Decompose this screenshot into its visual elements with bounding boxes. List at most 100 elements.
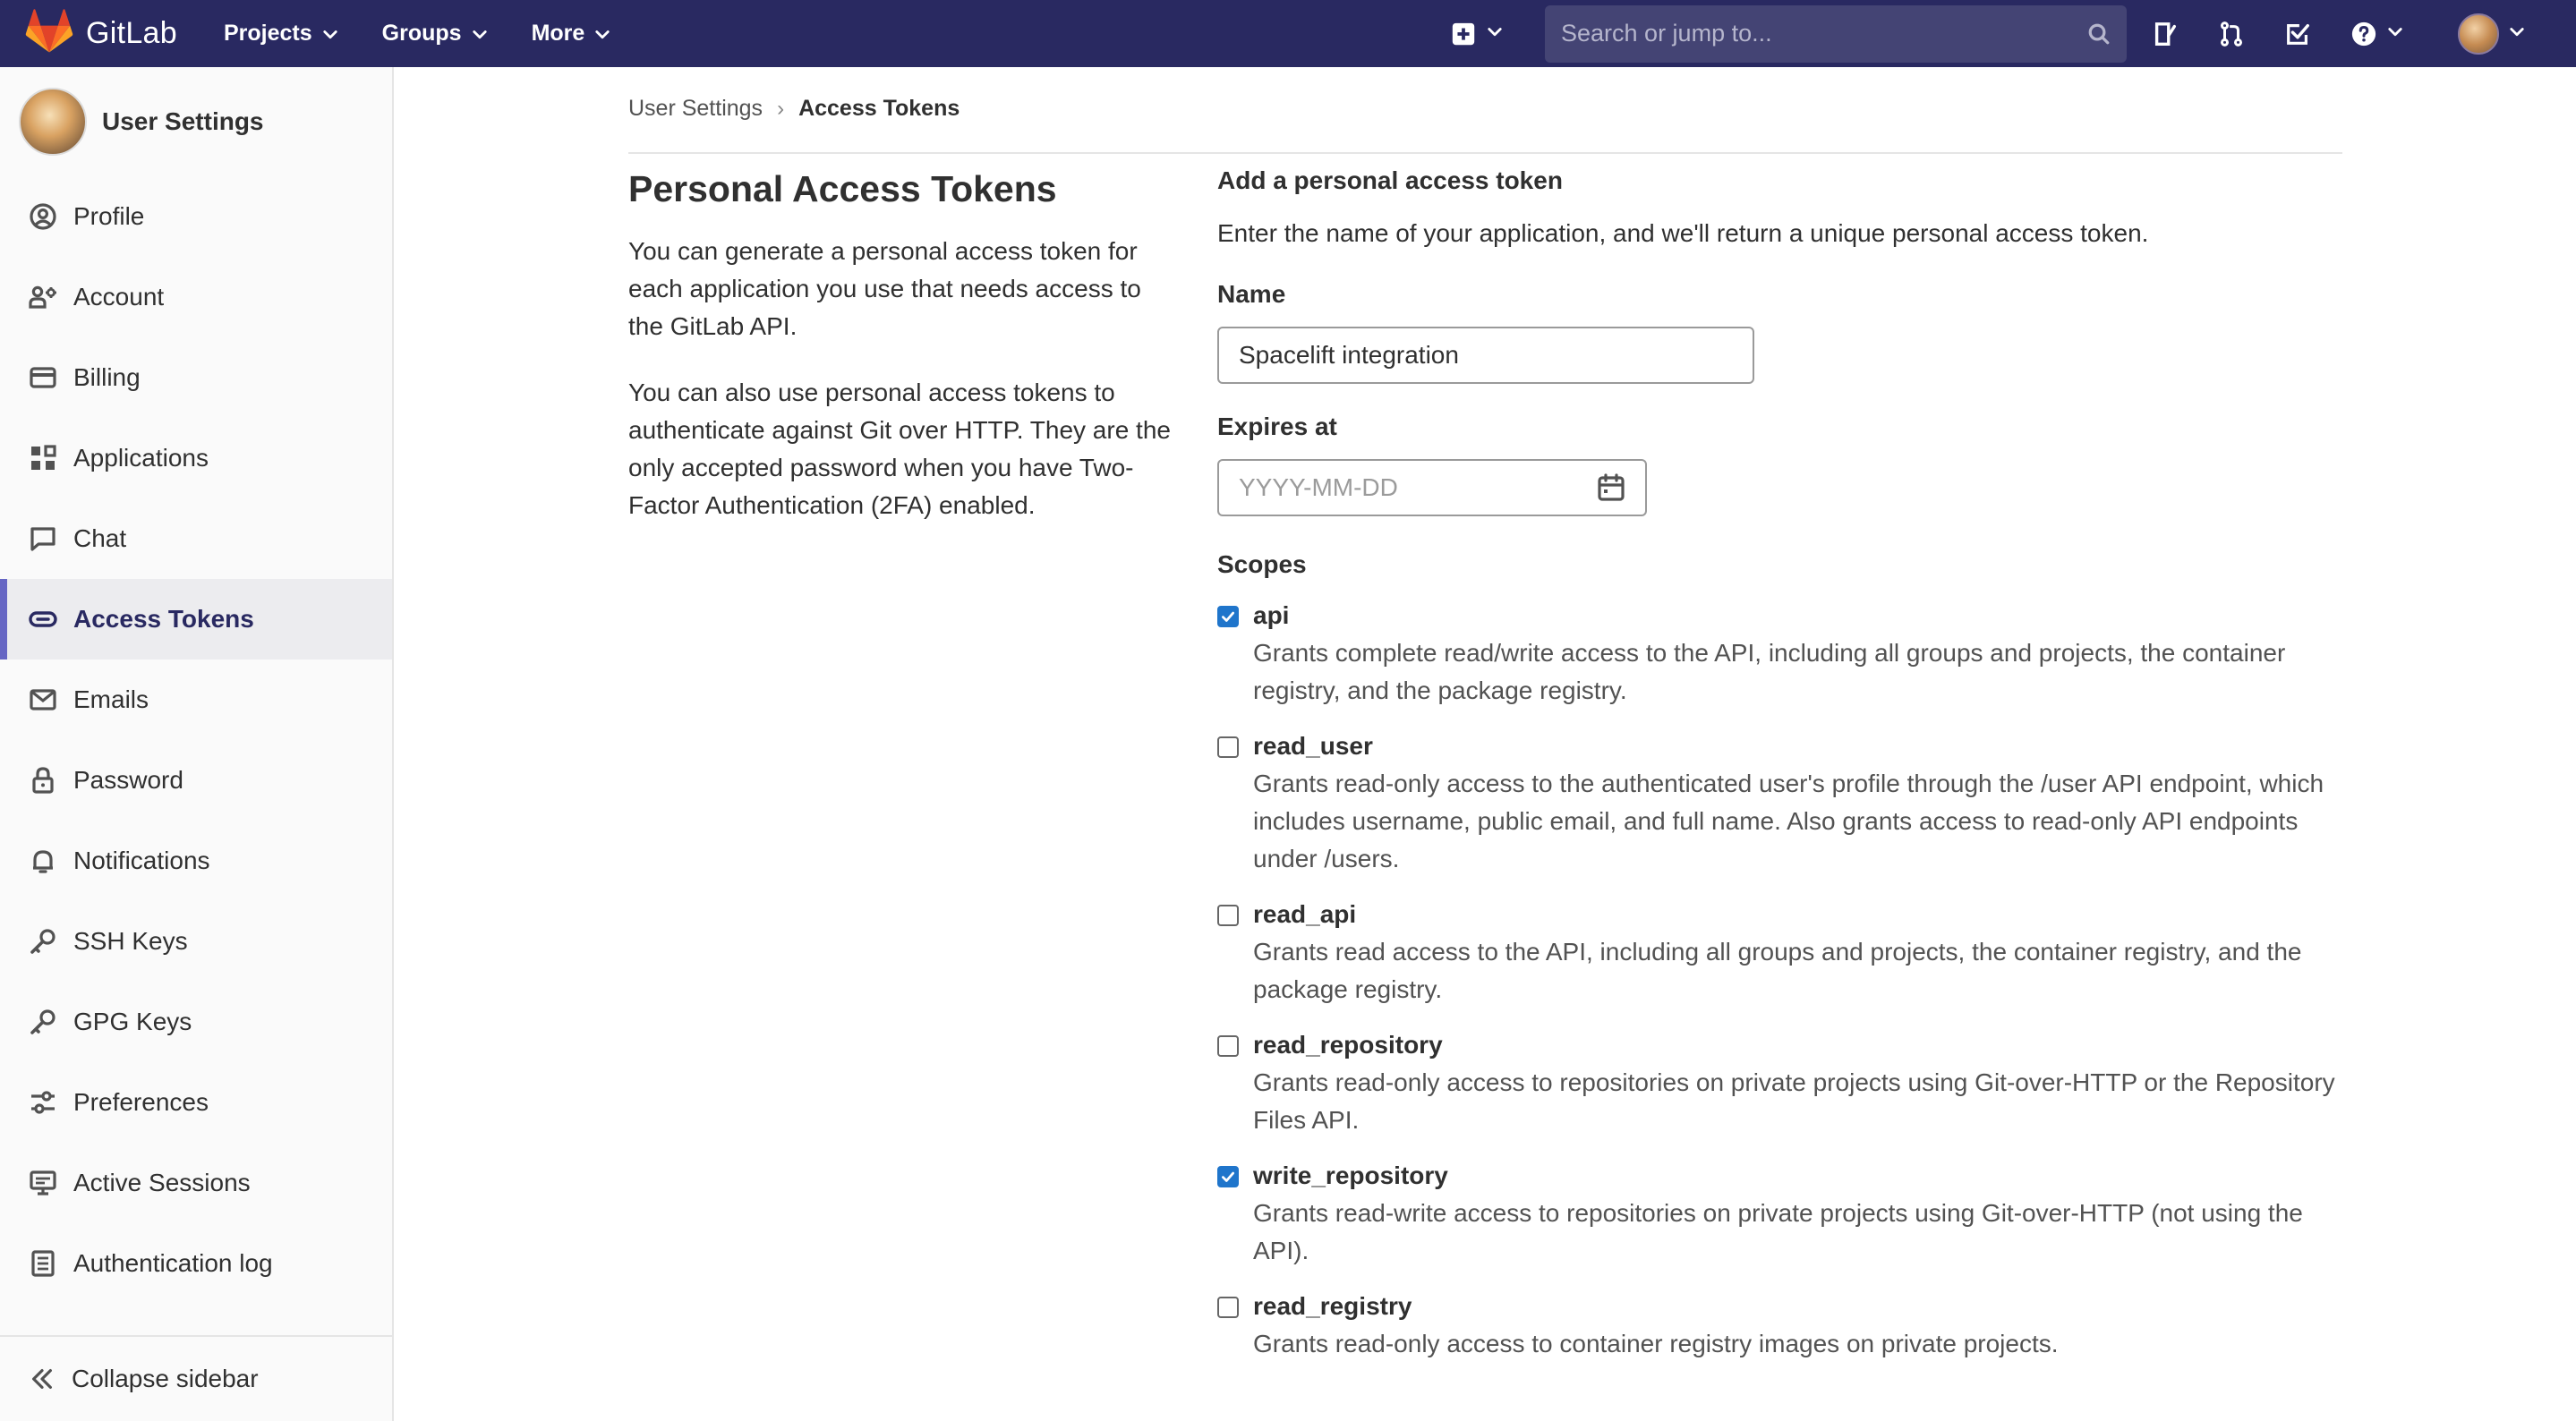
scope-description: Grants complete read/write access to the… — [1253, 638, 2286, 704]
scope-api: api Grants complete read/write access to… — [1217, 600, 2336, 710]
scope-description: Grants read-only access to container reg… — [1253, 1329, 2059, 1357]
scope-checkbox[interactable] — [1217, 736, 1239, 758]
scope-checkbox[interactable] — [1217, 1296, 1239, 1318]
sidebar-header[interactable]: User Settings — [0, 67, 392, 176]
breadcrumb: User Settings › Access Tokens — [628, 96, 960, 122]
scope-name: write_repository — [1253, 1161, 1448, 1189]
sidebar-item-notifications[interactable]: Notifications — [0, 821, 392, 901]
token-name-input[interactable]: Spacelift integration — [1217, 326, 1754, 384]
navbar-right: Search or jump to... — [1450, 0, 2576, 67]
scope-name: read_user — [1253, 731, 1373, 760]
sidebar-item-active-sessions[interactable]: Active Sessions — [0, 1143, 392, 1223]
main-content: User Settings › Access Tokens Personal A… — [396, 67, 2576, 1421]
sidebar-item-billing[interactable]: Billing — [0, 337, 392, 418]
more-menu[interactable]: More — [532, 21, 612, 47]
help-dropdown[interactable] — [2350, 0, 2404, 67]
issues-button[interactable] — [2152, 0, 2179, 67]
sidebar-item-ssh-keys[interactable]: SSH Keys — [0, 901, 392, 982]
sidebar-item-authentication-log[interactable]: Authentication log — [0, 1223, 392, 1304]
mail-icon — [30, 689, 56, 710]
new-item-dropdown[interactable] — [1450, 0, 1504, 67]
sidebar-item-label: Preferences — [73, 1088, 209, 1116]
intro-paragraph: You can generate a personal access token… — [628, 237, 1141, 341]
scope-description: Grants read access to the API, including… — [1253, 937, 2302, 1003]
scope-read-repository: read_repository Grants read-only access … — [1217, 1030, 2336, 1139]
scope-name: read_registry — [1253, 1291, 1412, 1320]
chevron-down-icon — [2510, 28, 2524, 37]
plus-square-icon — [1452, 22, 1475, 45]
sidebar-item-label: SSH Keys — [73, 927, 188, 955]
token-form: Add a personal access token Enter the na… — [1217, 166, 2336, 1363]
sidebar-item-emails[interactable]: Emails — [0, 659, 392, 740]
scope-description: Grants read-only access to repositories … — [1253, 1068, 2335, 1134]
calendar-icon[interactable] — [1597, 472, 1625, 502]
search-input[interactable]: Search or jump to... — [1545, 4, 2127, 63]
projects-menu[interactable]: Projects — [224, 21, 339, 47]
groups-menu[interactable]: Groups — [382, 21, 489, 47]
scope-checkbox[interactable] — [1217, 605, 1239, 627]
token-name-value: Spacelift integration — [1239, 340, 1459, 369]
avatar — [2458, 13, 2499, 55]
sidebar-item-profile[interactable]: Profile — [0, 176, 392, 257]
scope-checkbox[interactable] — [1217, 1165, 1239, 1187]
settings-sidebar: User Settings Profile Account Billing Ap… — [0, 67, 394, 1421]
gitlab-home-link[interactable]: GitLab — [25, 0, 177, 67]
sidebar-title: User Settings — [102, 107, 264, 135]
user-menu[interactable] — [2458, 0, 2526, 67]
sidebar-item-label: Account — [73, 283, 165, 311]
chat-icon — [30, 527, 55, 551]
top-navbar: GitLab Projects Groups More Search or ju… — [0, 0, 2576, 67]
preferences-icon — [31, 1091, 55, 1114]
chevron-down-icon — [595, 30, 610, 38]
scope-checkbox[interactable] — [1217, 1034, 1239, 1057]
merge-requests-button[interactable] — [2218, 0, 2245, 67]
chevron-down-icon — [2388, 28, 2402, 37]
account-icon — [29, 285, 56, 309]
scope-checkbox[interactable] — [1217, 904, 1239, 926]
monitor-icon — [30, 1170, 56, 1196]
sidebar-item-access-tokens[interactable]: Access Tokens — [0, 579, 392, 659]
sidebar-item-password[interactable]: Password — [0, 740, 392, 821]
sidebar-item-label: Profile — [73, 202, 145, 230]
sidebar-item-label: GPG Keys — [73, 1008, 192, 1035]
checkmark-icon — [1222, 1171, 1234, 1182]
bell-icon — [33, 850, 53, 873]
log-icon — [31, 1250, 55, 1277]
double-chevron-left-icon — [32, 1369, 52, 1389]
more-menu-label: More — [531, 21, 585, 46]
scope-name: read_repository — [1253, 1030, 1443, 1059]
sidebar-item-chat[interactable]: Chat — [0, 498, 392, 579]
scope-name: read_api — [1253, 899, 1357, 928]
sidebar-item-label: Billing — [73, 363, 141, 391]
sidebar-item-account[interactable]: Account — [0, 257, 392, 337]
sidebar-item-preferences[interactable]: Preferences — [0, 1062, 392, 1143]
name-label: Name — [1217, 279, 1286, 308]
expires-label: Expires at — [1217, 412, 1337, 440]
expires-placeholder: YYYY-MM-DD — [1239, 472, 1398, 501]
scope-description: Grants read-write access to repositories… — [1253, 1198, 2303, 1264]
sidebar-item-label: Emails — [73, 685, 149, 713]
sidebar-item-gpg-keys[interactable]: GPG Keys — [0, 982, 392, 1062]
sidebar-item-label: Chat — [73, 524, 127, 552]
scopes-label: Scopes — [1217, 549, 1307, 578]
avatar — [19, 88, 87, 156]
todos-button[interactable] — [2284, 0, 2311, 67]
profile-icon — [30, 203, 56, 230]
collapse-sidebar-button[interactable]: Collapse sidebar — [0, 1335, 392, 1421]
chevron-right-icon: › — [777, 96, 785, 121]
form-help-text: Enter the name of your application, and … — [1217, 218, 2149, 247]
sidebar-item-applications[interactable]: Applications — [0, 418, 392, 498]
expires-date-input[interactable]: YYYY-MM-DD — [1217, 458, 1647, 516]
scope-read-api: read_api Grants read access to the API, … — [1217, 899, 2336, 1008]
sidebar-item-label: Applications — [73, 444, 209, 472]
checkmark-icon — [1222, 611, 1234, 622]
merge-request-icon — [2221, 21, 2242, 47]
scope-name: api — [1253, 600, 1290, 629]
scope-read-user: read_user Grants read-only access to the… — [1217, 731, 2336, 878]
scope-read-registry: read_registry Grants read-only access to… — [1217, 1291, 2336, 1363]
issues-icon — [2154, 21, 2176, 46]
sidebar-item-label: Authentication log — [73, 1249, 273, 1277]
breadcrumb-user-settings[interactable]: User Settings — [628, 96, 763, 122]
billing-icon — [30, 367, 56, 388]
applications-icon — [31, 445, 56, 470]
